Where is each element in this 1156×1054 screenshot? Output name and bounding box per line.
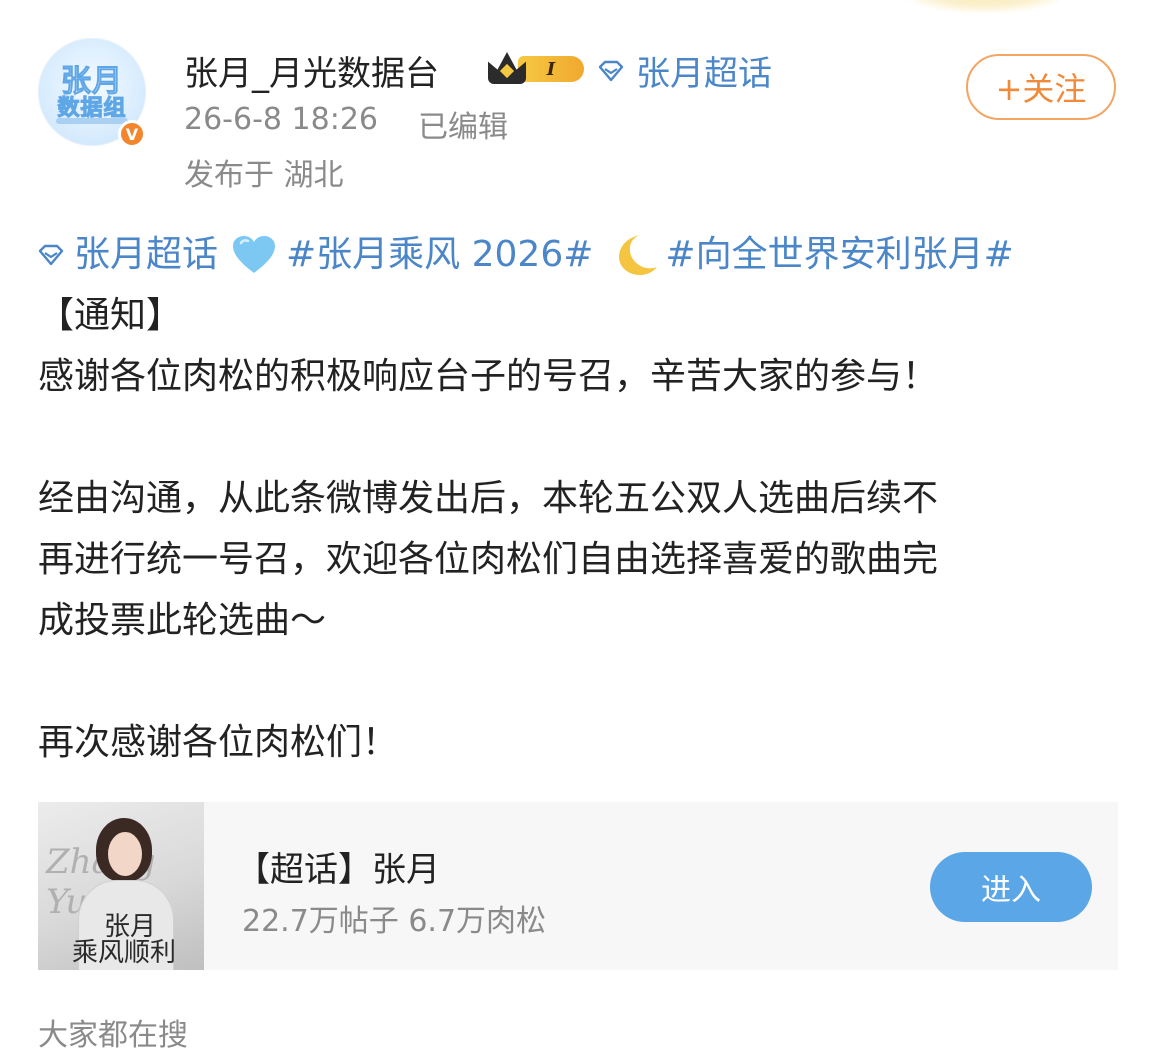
super-topic-link[interactable]: 张月超话 — [598, 46, 772, 95]
post-body: 张月超话 #张月乘风 2026# #向全世界安利张月# 【通知】 感谢各位肉松的… — [38, 224, 1128, 773]
super-topic-link-label: 张月超话 — [636, 54, 772, 94]
diamond-icon — [598, 60, 624, 81]
top-decoration — [900, 0, 1070, 14]
crescent-moon-icon — [619, 234, 658, 275]
level-text: I — [546, 58, 556, 80]
trending-search-label: 大家都在搜 — [38, 1018, 188, 1053]
super-topic-card[interactable]: Zhang Yue 张月 乘风顺利 【超话】张月 22.7万帖子 6.7万肉松 … — [38, 802, 1118, 970]
enter-button[interactable]: 进入 — [930, 852, 1092, 922]
member-level-badge[interactable]: I — [488, 50, 588, 86]
diamond-icon — [38, 244, 64, 265]
follow-button[interactable]: +关注 — [966, 54, 1116, 120]
paragraph-2-line-1: 经由沟通，从此条微博发出后，本轮五公双人选曲后续不 — [38, 478, 939, 519]
paragraph-1: 感谢各位肉松的积极响应台子的号召，辛苦大家的参与！ — [38, 356, 939, 397]
level-badge: I — [518, 56, 584, 82]
notice-title: 【通知】 — [38, 295, 183, 336]
hashtag-link-1[interactable]: #张月乘风 2026# — [286, 224, 593, 285]
card-title: 【超话】张月 — [236, 850, 440, 890]
thumb-text-2: 乘风顺利 — [72, 938, 177, 968]
topic-link[interactable]: 张月超话 — [74, 224, 218, 285]
paragraph-2-line-2: 再进行统一号召，欢迎各位肉松们自由选择喜爱的歌曲完 — [38, 539, 939, 580]
topic-thumbnail: Zhang Yue 张月 乘风顺利 — [38, 802, 204, 970]
edited-label[interactable]: 已编辑 — [418, 102, 508, 146]
user-avatar[interactable]: 张月 数据组 V — [38, 38, 150, 150]
thumb-face — [108, 832, 142, 876]
paragraph-3: 再次感谢各位肉松们！ — [38, 722, 399, 763]
avatar-strip — [56, 118, 128, 124]
post-location: 发布于 湖北 — [184, 158, 344, 193]
card-stats: 22.7万帖子 6.7万肉松 — [242, 904, 547, 939]
paragraph-2-line-3: 成投票此轮选曲～ — [38, 600, 327, 641]
verified-icon: V — [118, 120, 146, 148]
post-tags-line: 张月超话 #张月乘风 2026# #向全世界安利张月# — [38, 224, 1128, 285]
verified-mark: V — [125, 124, 139, 144]
user-name[interactable]: 张月_月光数据台 — [184, 46, 439, 95]
hashtag-link-2[interactable]: #向全世界安利张月# — [665, 224, 1013, 285]
post-timestamp: 26-6-8 18:26 — [184, 102, 378, 137]
blue-heart-icon — [233, 235, 276, 273]
